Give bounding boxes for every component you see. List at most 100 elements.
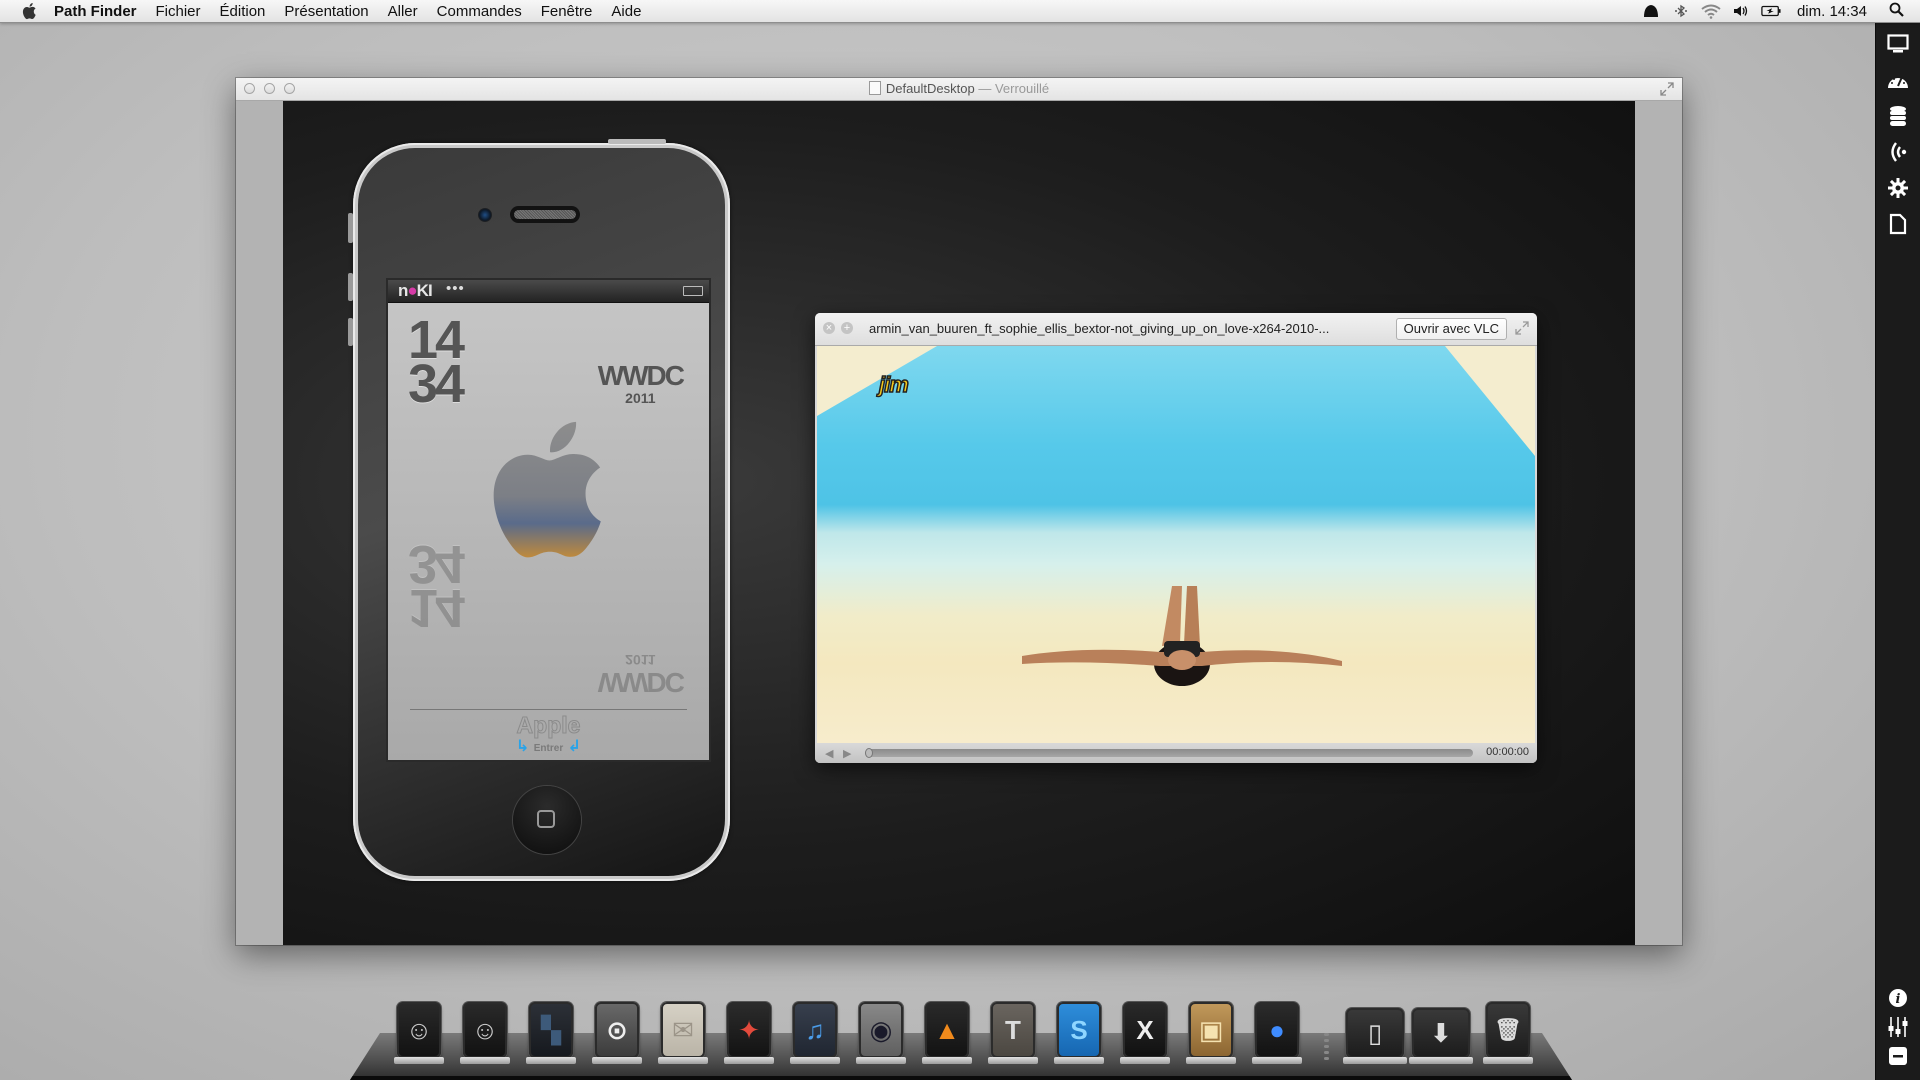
sliders-icon[interactable] — [1887, 1016, 1909, 1038]
downloads-folder-icon: ⬇ — [1430, 1018, 1452, 1048]
menu-fichier[interactable]: Fichier — [156, 3, 201, 20]
dock-item-mail[interactable]: ✉ — [658, 1002, 708, 1064]
earpiece-speaker — [510, 206, 580, 223]
dock-item-finder-2[interactable]: ☺ — [460, 1002, 510, 1064]
dock-item-spaces[interactable]: ▚ — [526, 1002, 576, 1064]
menu-fenetre[interactable]: Fenêtre — [541, 3, 593, 20]
volume-icon[interactable] — [1731, 3, 1751, 19]
window-title-text: DefaultDesktop — [885, 81, 975, 96]
video-scrubber[interactable] — [865, 748, 1473, 758]
dashboard-gauge-icon[interactable] — [1887, 69, 1909, 91]
quicklook-file-name: armin_van_buuren_ft_sophie_ellis_bextor-… — [869, 321, 1330, 336]
vlc-icon: ▲ — [934, 1015, 960, 1045]
video-frame[interactable]: jim — [817, 346, 1535, 743]
finder-2-icon: ☺ — [471, 1015, 499, 1045]
dock-stack-documents[interactable]: ▯ — [1343, 1008, 1407, 1064]
open-with-vlc-button[interactable]: Ouvrir avec VLC — [1395, 318, 1507, 340]
video-channel-watermark: jim — [878, 371, 909, 398]
quicklook-close-icon[interactable]: × — [823, 322, 835, 334]
dock-item-iphoto[interactable]: ▣ — [1186, 1002, 1236, 1064]
database-icon[interactable] — [1887, 105, 1909, 127]
dock-item-safari[interactable]: ✦ — [724, 1002, 774, 1064]
window-title-locked: — Verrouillé — [974, 81, 1050, 96]
spotlight-search-icon[interactable] — [1889, 2, 1904, 21]
video-pool-deck-right — [1445, 346, 1535, 456]
dock-stack-downloads[interactable]: ⬇ — [1409, 1008, 1473, 1064]
home-button — [513, 786, 581, 854]
battery-icon[interactable] — [1761, 3, 1781, 19]
menu-aide[interactable]: Aide — [611, 3, 641, 20]
growl-icon[interactable] — [1641, 3, 1661, 19]
unlock-arrow-left-icon: ↳ — [515, 738, 530, 755]
right-sidebar: i — [1875, 23, 1920, 1080]
phone-volume-up — [348, 273, 353, 301]
minus-icon[interactable] — [1887, 1045, 1909, 1067]
photo-booth-icon: ◉ — [869, 1015, 893, 1045]
bluetooth-icon[interactable] — [1671, 3, 1691, 19]
quicklook-fullscreen-icon[interactable] — [1515, 321, 1529, 335]
display-icon[interactable] — [1887, 33, 1909, 55]
quicklook-panel: × + armin_van_buuren_ft_sophie_ellis_bex… — [815, 313, 1537, 763]
itunes-icon: ♫ — [805, 1015, 825, 1045]
menu-presentation[interactable]: Présentation — [284, 3, 368, 20]
phone-mute-switch — [348, 213, 353, 243]
wifi-icon[interactable] — [1701, 3, 1721, 19]
dock-item-trash[interactable]: 🗑 — [1483, 1002, 1533, 1064]
scrubber-knob[interactable] — [865, 748, 873, 758]
menu-aller[interactable]: Aller — [388, 3, 418, 20]
fullscreen-icon[interactable] — [1660, 82, 1674, 96]
dock-item-network-utility[interactable]: ● — [1252, 1002, 1302, 1064]
carrier-logo: n●KI — [398, 281, 433, 300]
dock-item-xcode[interactable]: X — [1120, 1002, 1170, 1064]
dock-item-skype[interactable]: S — [1054, 1002, 1104, 1064]
dock-item-textedit[interactable]: T — [988, 1002, 1038, 1064]
phone-volume-down — [348, 318, 353, 346]
video-pool-deck-left — [817, 346, 937, 416]
spaces-icon: ▚ — [541, 1015, 561, 1045]
lock-minute-reflection: 34 — [408, 534, 463, 594]
dock-separator — [1323, 1030, 1329, 1070]
unlock-slider[interactable]: Apple ↳ Entrer ↲ — [388, 712, 709, 756]
trash-icon: 🗑 — [1494, 1017, 1522, 1042]
unlock-word: Apple — [516, 712, 581, 738]
svg-text:i: i — [1896, 992, 1901, 1007]
phone-battery-icon — [683, 286, 703, 296]
wwdc-label: WWDC 2011 — [597, 360, 685, 406]
menu-edition[interactable]: Édition — [220, 3, 266, 20]
menu-commandes[interactable]: Commandes — [437, 3, 522, 20]
quicklook-titlebar[interactable]: × + armin_van_buuren_ft_sophie_ellis_bex… — [815, 313, 1537, 346]
network-utility-icon: ● — [1269, 1015, 1285, 1045]
dock-item-vlc[interactable]: ▲ — [922, 1002, 972, 1064]
window-titlebar[interactable]: DefaultDesktop — Verrouillé — [236, 78, 1682, 101]
dock-item-1password[interactable]: ⊙ — [592, 1002, 642, 1064]
xcode-icon: X — [1136, 1015, 1154, 1045]
gear-icon[interactable] — [1887, 177, 1909, 199]
dock-item-itunes[interactable]: ♫ — [790, 1002, 840, 1064]
menu-clock[interactable]: dim. 14:34 — [1797, 3, 1867, 20]
phone-status-bar: n●KI ••• — [388, 280, 709, 303]
lock-screen: 14 34 WWDC 2011 14 34 WWDC 2011 Apple ↳ … — [388, 303, 709, 760]
signal-dots: ••• — [446, 280, 465, 297]
phone-front-glass: n●KI ••• 14 34 WWDC 2011 14 34 WWDC 2011… — [358, 148, 725, 876]
window-title: DefaultDesktop — Verrouillé — [236, 81, 1682, 96]
textedit-icon: T — [1005, 1015, 1021, 1045]
quicklook-add-icon[interactable]: + — [841, 322, 853, 334]
apple-menu-icon[interactable] — [20, 2, 38, 20]
dock-item-finder[interactable]: ☺ — [394, 1002, 444, 1064]
lock-minute: 34 — [408, 354, 465, 414]
menu-app-name[interactable]: Path Finder — [54, 3, 137, 20]
desktop-picture-window: DefaultDesktop — Verrouillé n●KI ••• 14 … — [236, 78, 1682, 945]
document-icon[interactable] — [1887, 213, 1909, 235]
1password-icon: ⊙ — [606, 1015, 628, 1045]
wireless-icon[interactable] — [1887, 141, 1909, 163]
unlock-divider — [410, 709, 687, 710]
document-proxy-icon[interactable] — [868, 81, 881, 95]
safari-icon: ✦ — [738, 1015, 760, 1045]
info-icon[interactable]: i — [1887, 987, 1909, 1009]
skype-icon: S — [1070, 1015, 1088, 1045]
play-button[interactable]: ▶ — [843, 747, 851, 760]
iphone-image: n●KI ••• 14 34 WWDC 2011 14 34 WWDC 2011… — [348, 139, 730, 881]
video-subject-figure — [1022, 586, 1342, 686]
dock-item-photo-booth[interactable]: ◉ — [856, 1002, 906, 1064]
rewind-button[interactable]: ◀ — [825, 747, 833, 760]
